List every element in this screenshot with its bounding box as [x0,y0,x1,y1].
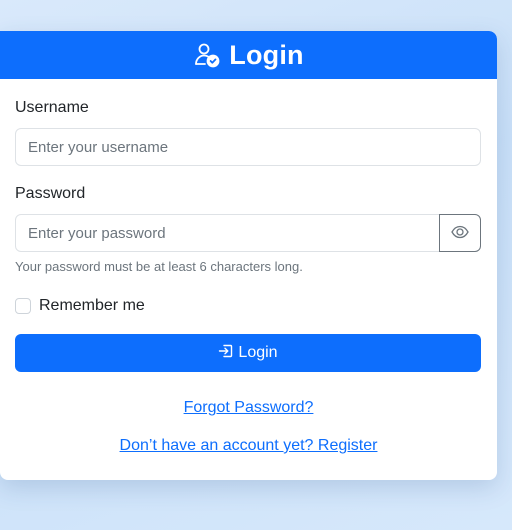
login-card: Login Username Password Your password mu… [0,31,497,480]
register-link[interactable]: Don’t have an account yet? Register [120,437,378,454]
forgot-password-link[interactable]: Forgot Password? [184,399,314,416]
register-row: Don’t have an account yet? Register [0,437,497,455]
user-check-icon [193,41,221,69]
password-help-text: Your password must be at least 6 charact… [15,259,303,274]
toggle-password-visibility-button[interactable] [439,214,481,252]
username-label: Username [15,99,89,116]
login-button[interactable]: Login [15,334,481,372]
eye-icon [451,223,469,244]
login-icon [218,343,234,364]
username-input[interactable] [15,128,481,166]
forgot-password-row: Forgot Password? [0,399,497,417]
password-label: Password [15,185,86,202]
remember-me-label: Remember me [39,297,145,314]
login-button-label: Login [238,344,278,361]
remember-me-checkbox[interactable] [15,298,31,314]
password-input[interactable] [15,214,440,252]
card-header: Login [0,31,497,79]
remember-me-row[interactable]: Remember me [15,297,145,315]
page-title: Login [229,39,304,70]
